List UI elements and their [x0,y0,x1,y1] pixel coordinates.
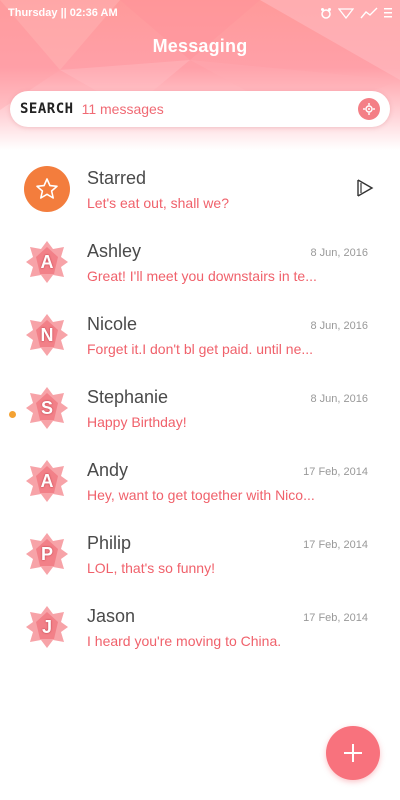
status-datetime: Thursday || 02:36 AM [8,7,118,19]
avatar-letter: J [41,616,52,637]
message-preview: Great! I'll meet you downstairs in te... [87,268,317,284]
page-title: Messaging [152,36,248,56]
plus-icon [344,744,362,762]
avatar: A [24,239,70,285]
play-icon[interactable] [356,178,374,198]
star-icon [36,178,58,199]
message-date: 17 Feb, 2014 [303,612,368,624]
avatar-letter: A [40,470,54,491]
header-background: Thursday || 02:36 AM Messaging SEARCH 11… [0,0,400,150]
search-options-button[interactable] [358,98,380,120]
status-icons [320,7,392,19]
contact-name: Nicole [87,314,138,334]
message-preview: I heard you're moving to China. [87,633,282,649]
conversation-starred[interactable]: Starred Let's eat out, shall we? [0,158,400,231]
status-bar: Thursday || 02:36 AM [0,0,400,26]
message-preview: Hey, want to get together with Nico... [87,487,315,503]
message-date: 17 Feb, 2014 [303,539,368,551]
conversation-nicole[interactable]: N Nicole 8 Jun, 2016 Forget it.I don't b… [0,304,400,377]
signal-icon [338,7,354,19]
conversation-philip[interactable]: P Philip 17 Feb, 2014 LOL, that's so fun… [0,523,400,596]
alarm-icon [320,7,332,19]
avatar-letter: S [40,397,53,418]
contact-name: Philip [87,533,132,553]
avatar: A [24,458,70,504]
contact-name: Andy [87,460,129,480]
avatar: P [24,531,70,577]
message-date: 17 Feb, 2014 [303,466,368,478]
message-date: 8 Jun, 2016 [310,320,369,332]
avatar-letter: A [40,251,54,272]
message-preview: Forget it.I don't bl get paid. until ne.… [87,341,314,357]
conversation-andy[interactable]: A Andy 17 Feb, 2014 Hey, want to get tog… [0,450,400,523]
search-label: SEARCH [20,101,74,117]
message-preview: Happy Birthday! [87,414,187,430]
network-icon [360,7,378,19]
search-bar[interactable]: SEARCH 11 messages [10,91,390,127]
unread-indicator [9,411,16,418]
avatar-letter: P [40,543,53,564]
message-date: 8 Jun, 2016 [310,393,369,405]
gear-icon [363,103,375,115]
contact-name: Starred [87,168,147,188]
avatar: N [24,312,70,358]
menu-icon [384,7,392,19]
message-preview: Let's eat out, shall we? [87,195,229,211]
contact-name: Stephanie [87,387,169,407]
contact-name: Jason [87,606,136,626]
avatar: S [24,385,70,431]
conversation-jason[interactable]: J Jason 17 Feb, 2014 I heard you're movi… [0,596,400,669]
contact-name: Ashley [87,241,142,261]
avatar-letter: N [40,324,54,345]
conversation-ashley[interactable]: A Ashley 8 Jun, 2016 Great! I'll meet yo… [0,231,400,304]
conversation-stephanie[interactable]: S Stephanie 8 Jun, 2016 Happy Birthday! [0,377,400,450]
message-date: 8 Jun, 2016 [310,247,369,259]
message-preview: LOL, that's so funny! [87,560,215,576]
starred-avatar [24,166,70,212]
avatar: J [24,604,70,650]
new-message-button[interactable] [326,726,380,780]
message-count: 11 messages [81,101,164,117]
